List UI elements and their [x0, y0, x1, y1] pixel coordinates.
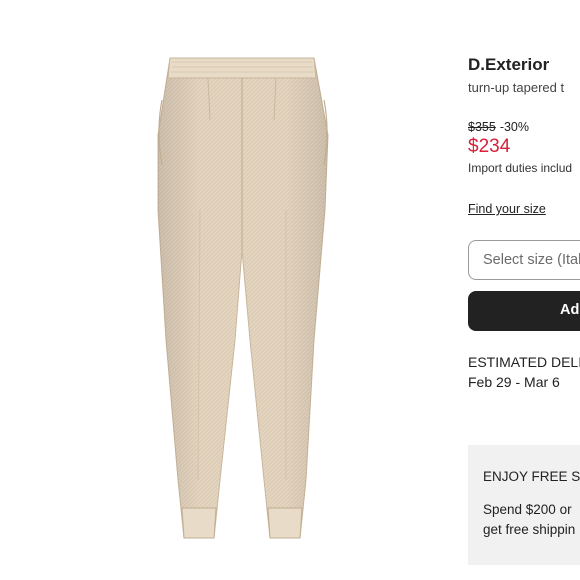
estimated-delivery-label: ESTIMATED DELIV: [468, 354, 580, 370]
product-info-panel: D.Exterior turn-up tapered t $355 -30% $2…: [468, 0, 580, 580]
original-price: $355: [468, 120, 496, 134]
product-image[interactable]: [138, 40, 368, 560]
brand-name[interactable]: D.Exterior: [468, 55, 549, 75]
size-select-placeholder: Select size (Ital: [483, 252, 580, 268]
add-to-bag-button[interactable]: Ad: [468, 291, 580, 331]
product-name: turn-up tapered t: [468, 80, 565, 95]
size-select[interactable]: Select size (Ital: [468, 240, 580, 280]
trousers-illustration: [157, 57, 329, 539]
import-duties-note: Import duties includ: [468, 161, 573, 175]
add-to-bag-label: Ad: [560, 302, 580, 318]
promo-line-2: get free shippin: [483, 522, 576, 537]
promo-line-1: Spend $200 or: [483, 502, 572, 517]
free-shipping-promo: ENJOY FREE SH Spend $200 or get free shi…: [468, 445, 580, 565]
original-price-row: $355 -30%: [468, 120, 529, 134]
promo-title: ENJOY FREE SH: [483, 469, 580, 484]
discount-badge: -30%: [499, 120, 529, 134]
find-your-size-link[interactable]: Find your size: [468, 202, 546, 216]
estimated-delivery-dates: Feb 29 - Mar 6: [468, 374, 560, 390]
sale-price: $234: [468, 136, 511, 157]
